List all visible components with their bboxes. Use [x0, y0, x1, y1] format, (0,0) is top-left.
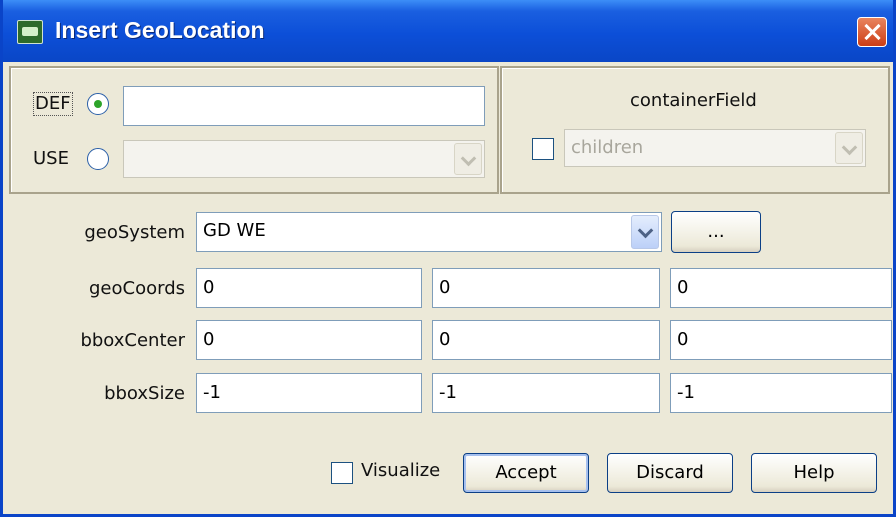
visualize-label: Visualize — [361, 460, 441, 481]
visualize-checkbox[interactable] — [331, 462, 353, 484]
title-bar[interactable]: Insert GeoLocation — [3, 0, 893, 62]
chevron-down-icon[interactable] — [454, 143, 482, 175]
app-icon — [17, 20, 43, 44]
bboxsize-y-input[interactable]: -1 — [432, 373, 660, 413]
window-title: Insert GeoLocation — [55, 17, 265, 43]
close-button[interactable] — [857, 17, 887, 47]
bboxcenter-z-input[interactable]: 0 — [670, 320, 892, 360]
bboxcenter-y-input[interactable]: 0 — [432, 320, 660, 360]
geosystem-browse-button[interactable]: ... — [671, 211, 761, 253]
container-field-panel: containerField children — [500, 66, 890, 194]
geocoords-z-input[interactable]: 0 — [670, 268, 892, 308]
chevron-down-icon[interactable] — [835, 132, 863, 164]
def-name-input[interactable] — [123, 86, 485, 126]
insert-geolocation-dialog: Insert GeoLocation DEF USE containerFiel… — [0, 0, 896, 517]
geosystem-select[interactable]: GD WE — [196, 212, 662, 252]
container-field-select[interactable]: children — [564, 129, 866, 167]
use-label: USE — [33, 148, 69, 169]
container-field-value: children — [571, 137, 644, 158]
use-radio[interactable] — [87, 148, 109, 170]
use-select[interactable] — [123, 140, 485, 178]
accept-button[interactable]: Accept — [463, 453, 589, 493]
discard-button[interactable]: Discard — [607, 453, 733, 493]
container-field-checkbox[interactable] — [532, 138, 554, 160]
bboxsize-x-input[interactable]: -1 — [196, 373, 422, 413]
bboxcenter-x-input[interactable]: 0 — [196, 320, 422, 360]
def-label: DEF — [33, 92, 73, 116]
geosystem-value: GD WE — [203, 220, 266, 241]
geosystem-label: geoSystem — [84, 222, 185, 243]
bboxsize-label: bboxSize — [104, 383, 185, 404]
container-field-label: containerField — [630, 90, 757, 111]
def-radio[interactable] — [87, 93, 109, 115]
bboxcenter-label: bboxCenter — [80, 330, 185, 351]
chevron-down-icon[interactable] — [631, 215, 659, 249]
bboxsize-z-input[interactable]: -1 — [670, 373, 892, 413]
geocoords-y-input[interactable]: 0 — [432, 268, 660, 308]
def-use-panel: DEF USE — [9, 66, 499, 194]
geocoords-label: geoCoords — [89, 278, 185, 299]
help-button[interactable]: Help — [751, 453, 877, 493]
geocoords-x-input[interactable]: 0 — [196, 268, 422, 308]
